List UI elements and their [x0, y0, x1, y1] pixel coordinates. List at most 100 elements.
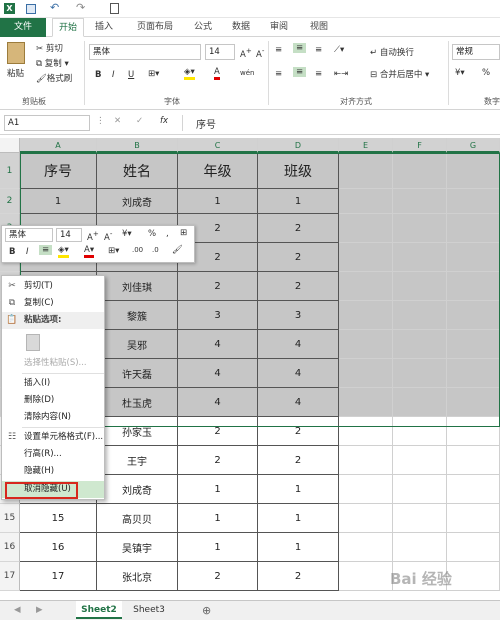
mini-table-icon[interactable]: ⊞ — [180, 228, 187, 238]
next-sheet-icon[interactable]: ▶ — [36, 605, 43, 615]
table-cell[interactable]: 3 — [258, 301, 339, 330]
mini-decrease-decimal-icon[interactable]: .0 — [152, 246, 159, 254]
merge-center-button[interactable]: ⊟ 合并后居中 ▾ — [370, 68, 429, 80]
empty-cell[interactable] — [339, 475, 393, 504]
empty-cell[interactable] — [339, 243, 393, 272]
sheet-tab-sheet2[interactable]: Sheet2 — [76, 601, 122, 619]
empty-cell[interactable] — [339, 272, 393, 301]
font-size-select[interactable]: 14 — [205, 44, 235, 60]
menu-item-clear[interactable]: 清除内容(N) — [2, 409, 104, 426]
table-cell[interactable]: 2 — [178, 272, 258, 301]
table-cell[interactable]: 1 — [258, 504, 339, 533]
empty-cell[interactable] — [339, 330, 393, 359]
table-cell[interactable]: 2 — [258, 214, 339, 243]
align-middle-icon[interactable]: ≡ — [293, 43, 307, 53]
mini-bold-button[interactable]: B — [9, 247, 15, 257]
tab-page-layout[interactable]: 页面布局 — [128, 18, 182, 37]
enter-icon[interactable]: ✓ — [136, 116, 143, 126]
empty-cell[interactable] — [447, 214, 500, 243]
empty-cell[interactable] — [447, 446, 500, 475]
prev-sheet-icon[interactable]: ◀ — [14, 605, 21, 615]
align-top-icon[interactable]: ≡ — [275, 45, 282, 55]
number-format-select[interactable]: 常规 — [452, 44, 500, 60]
empty-cell[interactable] — [393, 475, 447, 504]
mini-align-center-icon[interactable]: ≡ — [39, 245, 53, 255]
table-header-cell[interactable]: 年级 — [178, 153, 258, 189]
paste-option-icon[interactable] — [26, 334, 40, 351]
empty-cell[interactable] — [447, 504, 500, 533]
underline-button[interactable]: U — [128, 70, 134, 80]
row-header[interactable]: 1 — [0, 153, 20, 189]
sheet-tab-sheet3[interactable]: Sheet3 — [126, 601, 172, 619]
table-cell[interactable]: 高贝贝 — [97, 504, 178, 533]
table-cell[interactable]: 1 — [178, 533, 258, 562]
add-sheet-icon[interactable]: ⊕ — [202, 604, 211, 617]
copy-button[interactable]: ⧉ 复制 ▾ — [36, 57, 69, 69]
column-header-b[interactable]: B — [97, 138, 178, 153]
empty-cell[interactable] — [393, 533, 447, 562]
empty-cell[interactable] — [393, 359, 447, 388]
table-cell[interactable]: 刘佳琪 — [97, 272, 178, 301]
table-cell[interactable]: 2 — [178, 562, 258, 591]
percent-button[interactable]: % — [482, 68, 490, 78]
table-cell[interactable]: 1 — [258, 189, 339, 214]
empty-cell[interactable] — [447, 359, 500, 388]
bold-button[interactable]: B — [95, 70, 101, 80]
empty-cell[interactable] — [447, 153, 500, 189]
empty-cell[interactable] — [393, 189, 447, 214]
mini-fill-color-icon[interactable]: ◈▾ — [58, 245, 69, 258]
table-cell[interactable]: 1 — [178, 504, 258, 533]
empty-cell[interactable] — [393, 243, 447, 272]
orientation-icon[interactable]: ⟋▾ — [334, 45, 344, 55]
table-cell[interactable]: 2 — [178, 446, 258, 475]
table-cell[interactable]: 4 — [258, 359, 339, 388]
table-header-cell[interactable]: 序号 — [20, 153, 97, 189]
empty-cell[interactable] — [393, 153, 447, 189]
column-header-g[interactable]: G — [447, 138, 500, 153]
empty-cell[interactable] — [447, 189, 500, 214]
row-header[interactable]: 17 — [0, 562, 20, 591]
fill-color-icon[interactable]: ◈▾ — [184, 67, 195, 80]
table-cell[interactable]: 1 — [20, 189, 97, 214]
table-cell[interactable]: 孙家玉 — [97, 417, 178, 446]
empty-cell[interactable] — [339, 214, 393, 243]
table-cell[interactable]: 黎簇 — [97, 301, 178, 330]
align-right-icon[interactable]: ≡ — [315, 69, 322, 79]
empty-cell[interactable] — [447, 475, 500, 504]
grow-font-icon[interactable]: A+ — [240, 46, 252, 60]
table-cell[interactable]: 1 — [258, 533, 339, 562]
tab-formulas[interactable]: 公式 — [188, 18, 218, 37]
table-cell[interactable]: 刘成奇 — [97, 189, 178, 214]
mini-font-color-icon[interactable]: A▾ — [84, 245, 95, 258]
table-cell[interactable]: 15 — [20, 504, 97, 533]
empty-cell[interactable] — [393, 417, 447, 446]
mini-size-select[interactable]: 14 — [56, 228, 82, 242]
menu-item-delete[interactable]: 删除(D) — [2, 392, 104, 409]
table-header-cell[interactable]: 姓名 — [97, 153, 178, 189]
empty-cell[interactable] — [393, 272, 447, 301]
empty-cell[interactable] — [339, 359, 393, 388]
save-icon[interactable] — [26, 4, 36, 14]
empty-cell[interactable] — [393, 388, 447, 417]
mini-italic-button[interactable]: I — [26, 247, 29, 257]
empty-cell[interactable] — [339, 562, 393, 591]
italic-button[interactable]: I — [112, 70, 115, 80]
table-cell[interactable]: 4 — [178, 388, 258, 417]
table-cell[interactable]: 1 — [258, 475, 339, 504]
menu-item-format-cells[interactable]: ☷ 设置单元格格式(F)... — [2, 429, 104, 446]
undo-icon[interactable]: ↶ — [50, 1, 59, 14]
cancel-icon[interactable]: ✕ — [114, 116, 121, 126]
menu-item-copy[interactable]: ⧉ 复制(C) — [2, 295, 104, 312]
table-cell[interactable]: 4 — [258, 330, 339, 359]
align-left-icon[interactable]: ≡ — [275, 69, 282, 79]
name-box[interactable]: A1 — [4, 115, 90, 131]
shrink-font-icon[interactable]: A- — [256, 46, 264, 60]
empty-cell[interactable] — [339, 446, 393, 475]
row-header[interactable]: 2 — [0, 189, 20, 214]
empty-cell[interactable] — [447, 272, 500, 301]
table-cell[interactable]: 刘成奇 — [97, 475, 178, 504]
empty-cell[interactable] — [447, 301, 500, 330]
menu-item-insert[interactable]: 插入(I) — [2, 375, 104, 392]
menu-item-row-height[interactable]: 行高(R)... — [2, 446, 104, 463]
table-cell[interactable]: 张北京 — [97, 562, 178, 591]
